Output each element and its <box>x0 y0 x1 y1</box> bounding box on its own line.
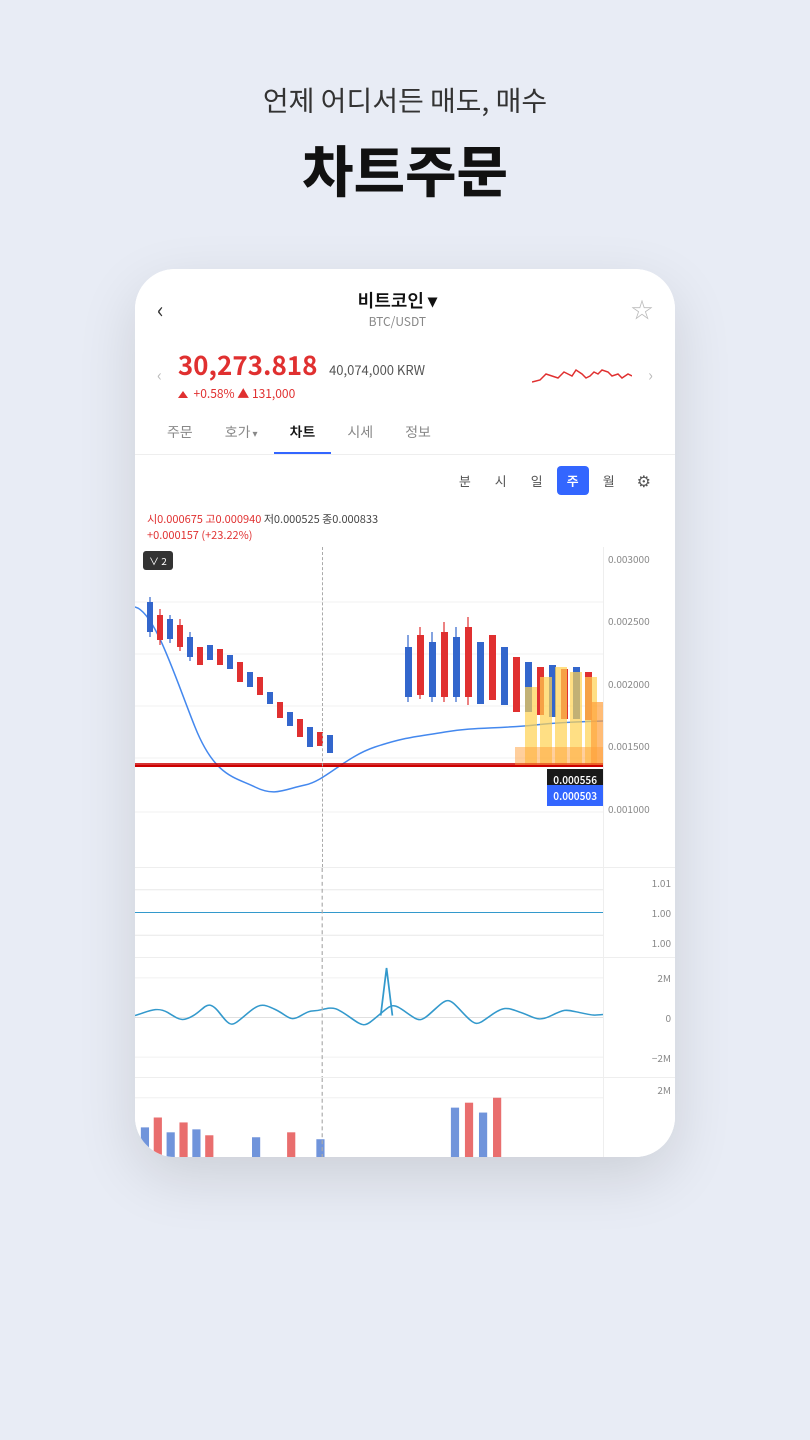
tab-chart[interactable]: 차트 <box>274 412 332 454</box>
price-main: 30,273.818 <box>178 346 318 383</box>
tabs-row: 주문 호가▾ 차트 시세 정보 <box>135 412 675 455</box>
price-up-icon <box>178 391 188 398</box>
y-label-1: 0.003000 <box>608 551 671 566</box>
period-week-button[interactable]: 주 <box>557 466 589 495</box>
price-nav-right-button[interactable]: › <box>648 362 653 386</box>
coin-name: 비트코인 ▾ <box>358 287 437 313</box>
subchart-2-y-labels: 2M 0 −2M <box>603 958 675 1077</box>
y-label-2: 0.002500 <box>608 613 671 628</box>
subchart-1-canvas <box>135 868 603 957</box>
price-change: +0.58% ▲ 131,000 <box>178 385 516 402</box>
price-krw: 40,074,000 KRW <box>329 360 425 379</box>
subchart-1-y-labels: 1.01 1.00 1.00 <box>603 868 675 957</box>
phone-mockup: ‹ 비트코인 ▾ BTC/USDT ☆ ‹ 30,273.818 40,074,… <box>135 269 675 1157</box>
sub2-y3: −2M <box>652 1050 671 1065</box>
chart-settings-button[interactable]: ⚙ <box>629 463 659 497</box>
indicator-2-pill[interactable]: ∨ 2 <box>143 551 173 570</box>
coin-pair: BTC/USDT <box>358 313 437 330</box>
ohlc-high: 고0.000940 <box>205 511 263 527</box>
vol-y1: 2M <box>657 1082 671 1097</box>
period-min-button[interactable]: 분 <box>449 466 481 495</box>
ohlc-open: 시0.000675 <box>147 511 205 527</box>
ohlc-info: 시0.000675 고0.000940 저0.000525 종0.000833 … <box>135 505 675 547</box>
coin-title-area: 비트코인 ▾ BTC/USDT <box>358 287 437 330</box>
ohlc-change: +0.000157 (+23.22%) <box>147 527 253 543</box>
volume-canvas <box>135 1078 603 1157</box>
support-line <box>135 765 603 767</box>
y-label-5: 0.001000 <box>608 801 671 816</box>
price-row: ‹ 30,273.818 40,074,000 KRW +0.58% ▲ 131… <box>135 340 675 412</box>
volume-y-labels: 2M <box>603 1078 675 1157</box>
subchart-2-canvas <box>135 958 603 1077</box>
price-change-text: +0.58% ▲ 131,000 <box>194 385 296 402</box>
tab-info[interactable]: 정보 <box>389 412 447 454</box>
mini-sparkline <box>532 352 632 396</box>
indicator-label: ∨ 2 <box>149 553 167 568</box>
ask-price-badge: 0.000503 <box>547 785 603 806</box>
volume-area: 2M <box>135 1077 675 1157</box>
chart-main-area[interactable]: ∨ 2 <box>135 547 603 867</box>
tab-ticker[interactable]: 시세 <box>331 412 389 454</box>
hero-section: 언제 어디서든 매도, 매수 차트주문 <box>0 0 810 249</box>
chart-y-labels: 0.003000 0.002500 0.002000 0.001500 0.00… <box>603 547 675 867</box>
price-info: 30,273.818 40,074,000 KRW +0.58% ▲ 131,0… <box>178 346 516 402</box>
tab-orderbook[interactable]: 호가▾ <box>209 412 274 454</box>
top-bar: ‹ 비트코인 ▾ BTC/USDT ☆ <box>135 269 675 340</box>
ohlc-close: 종0.000833 <box>322 511 378 527</box>
subchart-1-area: 1.01 1.00 1.00 <box>135 867 675 957</box>
sub1-y3: 1.00 <box>652 935 671 950</box>
period-row: 분 시 일 주 월 ⚙ <box>135 455 675 505</box>
chart-canvas[interactable]: 0.003000 0.002500 0.002000 0.001500 0.00… <box>135 547 675 867</box>
sub1-y1: 1.01 <box>652 875 671 890</box>
candlestick-svg <box>135 547 603 867</box>
y-label-3: 0.002000 <box>608 676 671 691</box>
period-hour-button[interactable]: 시 <box>485 466 517 495</box>
crosshair-vline <box>322 547 323 867</box>
subchart-2-area: 2M 0 −2M <box>135 957 675 1077</box>
y-label-4: 0.001500 <box>608 738 671 753</box>
sub1-y2: 1.00 <box>652 905 671 920</box>
sub2-y1: 2M <box>657 970 671 985</box>
tab-order[interactable]: 주문 <box>151 412 209 454</box>
main-chart-container: 0.003000 0.002500 0.002000 0.001500 0.00… <box>135 547 675 867</box>
period-day-button[interactable]: 일 <box>521 466 553 495</box>
back-button[interactable]: ‹ <box>157 293 164 325</box>
ohlc-low: 저0.000525 <box>264 511 322 527</box>
hero-subtitle: 언제 어디서든 매도, 매수 <box>40 80 770 120</box>
hero-title: 차트주문 <box>40 128 770 209</box>
price-nav-left-button[interactable]: ‹ <box>157 362 162 386</box>
favorite-button[interactable]: ☆ <box>631 293 653 325</box>
period-month-button[interactable]: 월 <box>593 466 625 495</box>
sub2-y2: 0 <box>665 1010 671 1025</box>
